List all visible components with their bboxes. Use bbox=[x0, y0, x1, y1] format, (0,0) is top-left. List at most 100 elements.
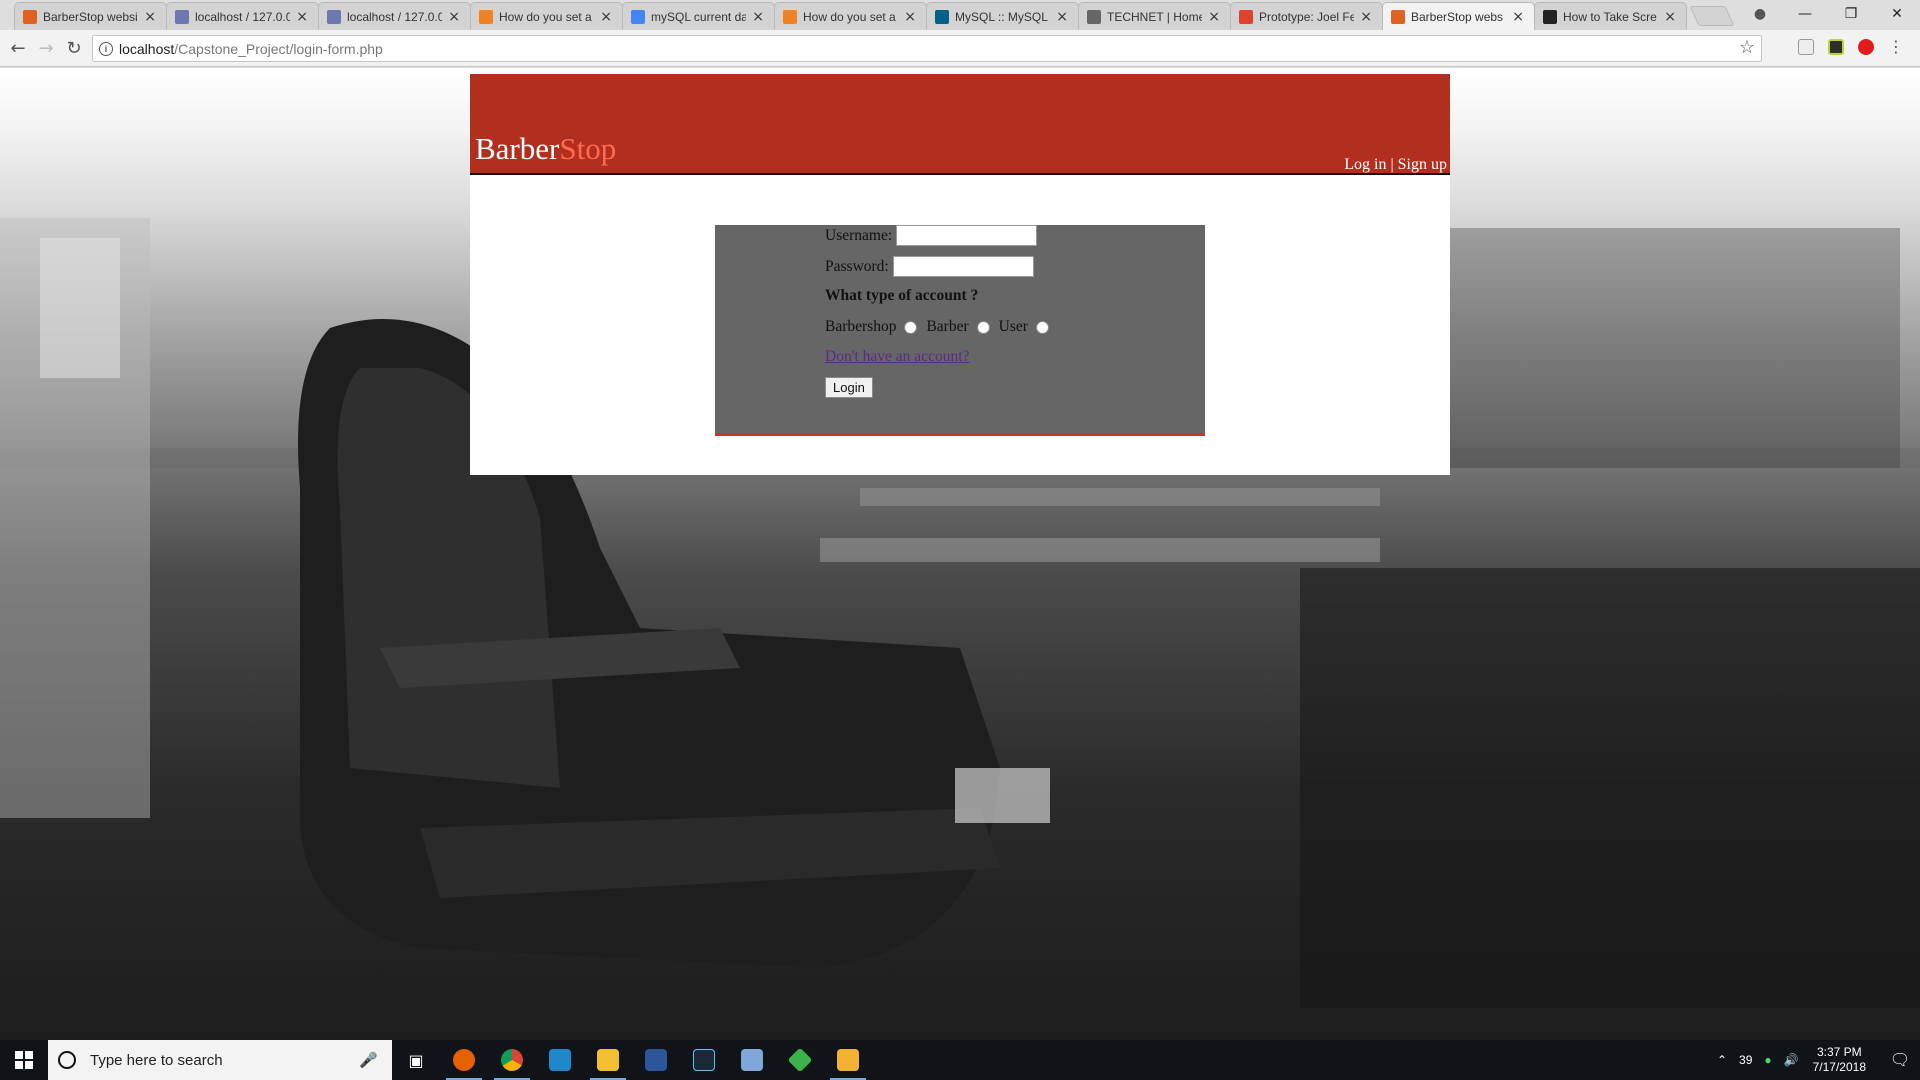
tab-close-icon[interactable]: × bbox=[1512, 9, 1524, 25]
username-label: Username: bbox=[825, 226, 893, 244]
page-viewport: BarberStop Log in | Sign up Username: Pa… bbox=[0, 68, 1920, 1040]
site-header: BarberStop Log in | Sign up bbox=[470, 74, 1450, 175]
file-explorer-icon[interactable] bbox=[584, 1040, 632, 1080]
radio-user[interactable] bbox=[1035, 320, 1049, 334]
tab-list: BarberStop website×localhost / 127.0.0.1… bbox=[14, 2, 1687, 30]
cortana-icon bbox=[58, 1051, 76, 1069]
tab-close-icon[interactable]: × bbox=[1056, 9, 1068, 25]
tab-close-icon[interactable]: × bbox=[1664, 9, 1676, 25]
virtualbox-icon[interactable] bbox=[728, 1040, 776, 1080]
browser-tab[interactable]: BarberStop webs × bbox=[1382, 2, 1535, 30]
browser-tab[interactable]: MySQL :: MySQL × bbox=[926, 2, 1079, 30]
url-bar[interactable]: i localhost/Capstone_Project/login-form.… bbox=[92, 35, 1762, 62]
no-account-link[interactable]: Don't have an account? bbox=[825, 348, 969, 366]
browser-tab[interactable]: mySQL current da × bbox=[622, 2, 775, 30]
username-input[interactable] bbox=[896, 225, 1038, 246]
network-icon[interactable]: ● bbox=[1764, 1053, 1771, 1067]
reload-icon[interactable]: ↻ bbox=[60, 38, 88, 59]
url-host: localhost bbox=[119, 40, 175, 57]
address-toolbar: ← → ↻ i localhost/Capstone_Project/login… bbox=[0, 30, 1920, 67]
temperature-readout[interactable]: 39 bbox=[1739, 1053, 1752, 1067]
action-center-icon[interactable]: 🗨 bbox=[1880, 1050, 1920, 1070]
menu-kebab-icon[interactable]: ⋮ bbox=[1888, 37, 1904, 56]
tab-title: BarberStop website bbox=[43, 9, 139, 24]
info-icon[interactable]: i bbox=[99, 41, 113, 56]
tab-close-icon[interactable]: × bbox=[448, 9, 460, 25]
tab-title: How do you set a bbox=[803, 9, 896, 24]
browser-tab[interactable]: How do you set a × bbox=[774, 2, 927, 30]
signup-link[interactable]: Sign up bbox=[1398, 156, 1447, 173]
microphone-icon[interactable]: 🎤 bbox=[359, 1051, 378, 1069]
tab-favicon-icon bbox=[175, 9, 189, 24]
tab-close-icon[interactable]: × bbox=[600, 9, 612, 25]
browser-tab[interactable]: localhost / 127.0.0.1 × bbox=[318, 2, 471, 30]
windows-taskbar: Type here to search 🎤 ▣ ⌃ 39 ● 🔊 3:37 PM… bbox=[0, 1040, 1920, 1080]
tab-close-icon[interactable]: × bbox=[144, 9, 156, 25]
tab-favicon-icon bbox=[1087, 9, 1101, 24]
password-input[interactable] bbox=[892, 256, 1034, 277]
tab-favicon-icon bbox=[783, 9, 797, 24]
forward-icon[interactable]: → bbox=[32, 38, 60, 59]
tab-close-icon[interactable]: × bbox=[752, 9, 764, 25]
tab-close-icon[interactable]: × bbox=[1208, 9, 1220, 25]
login-link[interactable]: Log in bbox=[1344, 156, 1386, 173]
browser-tab[interactable]: Prototype: Joel Fe × bbox=[1230, 2, 1383, 30]
extension-shield-icon[interactable] bbox=[1798, 38, 1814, 55]
window-controls: ● — ❐ ✕ bbox=[1738, 0, 1920, 28]
tab-title: Prototype: Joel Fe bbox=[1259, 9, 1355, 24]
xampp-icon[interactable] bbox=[824, 1040, 872, 1080]
tab-close-icon[interactable]: × bbox=[904, 9, 916, 25]
tab-favicon-icon bbox=[1391, 9, 1405, 24]
extensions-area: ⋮ bbox=[1798, 37, 1904, 56]
browser-tab[interactable]: TECHNET | Home × bbox=[1078, 2, 1231, 30]
task-view-icon[interactable]: ▣ bbox=[392, 1040, 440, 1080]
clock[interactable]: 3:37 PM 7/17/2018 bbox=[1813, 1045, 1866, 1075]
firefox-icon[interactable] bbox=[440, 1040, 488, 1080]
tray-overflow-icon[interactable]: ⌃ bbox=[1717, 1053, 1727, 1067]
account-type-row: Barbershop Barber User bbox=[825, 318, 1058, 336]
tab-title: mySQL current da bbox=[651, 9, 747, 24]
radio-barber[interactable] bbox=[976, 320, 990, 334]
profile-icon[interactable]: ● bbox=[1738, 6, 1782, 22]
login-button[interactable]: Login bbox=[825, 377, 873, 398]
tab-favicon-icon bbox=[1543, 9, 1557, 24]
extension-opera-icon[interactable] bbox=[1858, 38, 1874, 55]
account-question: What type of account ? bbox=[825, 287, 979, 304]
new-tab-button[interactable] bbox=[1689, 6, 1735, 26]
tab-close-icon[interactable]: × bbox=[296, 9, 308, 25]
radio-barbershop[interactable] bbox=[904, 320, 918, 334]
word-icon[interactable] bbox=[632, 1040, 680, 1080]
search-placeholder: Type here to search bbox=[90, 1051, 223, 1069]
steam-icon[interactable] bbox=[680, 1040, 728, 1080]
back-icon[interactable]: ← bbox=[4, 38, 32, 59]
tab-title: BarberStop webs bbox=[1411, 9, 1504, 24]
git-kraken-icon[interactable] bbox=[776, 1040, 824, 1080]
password-label: Password: bbox=[825, 257, 889, 275]
username-row: Username: bbox=[825, 225, 1038, 246]
tab-favicon-icon bbox=[479, 9, 493, 24]
extension-check-icon[interactable] bbox=[1828, 38, 1844, 55]
login-form: Username: Password: What type of account… bbox=[715, 225, 1205, 436]
browser-tab[interactable]: How do you set a × bbox=[470, 2, 623, 30]
tab-favicon-icon bbox=[631, 9, 645, 24]
volume-icon[interactable]: 🔊 bbox=[1784, 1053, 1799, 1067]
close-icon[interactable]: ✕ bbox=[1874, 6, 1920, 22]
taskbar-search[interactable]: Type here to search 🎤 bbox=[48, 1040, 392, 1080]
tab-title: How do you set a bbox=[499, 9, 592, 24]
tab-title: How to Take Scre bbox=[1563, 9, 1657, 24]
site-logo[interactable]: BarberStop bbox=[475, 131, 616, 167]
tab-favicon-icon bbox=[1239, 9, 1253, 24]
option-user-label: User bbox=[998, 318, 1028, 335]
bookmark-star-icon[interactable]: ☆ bbox=[1739, 37, 1755, 58]
visual-studio-code-icon[interactable] bbox=[536, 1040, 584, 1080]
browser-tab[interactable]: BarberStop website × bbox=[14, 2, 167, 30]
chrome-icon[interactable] bbox=[488, 1040, 536, 1080]
minimize-icon[interactable]: — bbox=[1782, 6, 1828, 22]
browser-tab[interactable]: localhost / 127.0.0.1 × bbox=[166, 2, 319, 30]
restore-icon[interactable]: ❐ bbox=[1828, 6, 1874, 22]
start-button[interactable] bbox=[0, 1040, 48, 1080]
tab-close-icon[interactable]: × bbox=[1360, 9, 1372, 25]
login-button-row: Login bbox=[825, 377, 873, 398]
browser-tab-strip: BarberStop website×localhost / 127.0.0.1… bbox=[0, 0, 1920, 30]
browser-tab[interactable]: How to Take Scre × bbox=[1534, 2, 1687, 30]
